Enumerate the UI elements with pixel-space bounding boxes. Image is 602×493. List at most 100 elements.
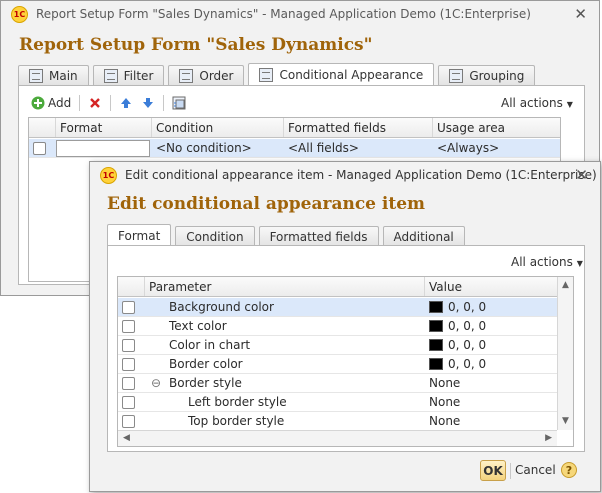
all-actions-menu[interactable]: All actions ▼	[501, 96, 573, 110]
all-actions-menu[interactable]: All actions ▼	[511, 255, 583, 269]
close-icon[interactable]: ✕	[574, 5, 587, 23]
column-header-format[interactable]: Format	[55, 118, 151, 137]
move-up-icon[interactable]	[119, 96, 133, 110]
value-cell[interactable]: None	[424, 374, 559, 392]
appearance-icon	[259, 68, 274, 82]
parameter-cell: Left border style	[188, 395, 287, 409]
dialog-tabs: Format Condition Formatted fields Additi…	[107, 224, 469, 247]
close-icon[interactable]: ✕	[575, 166, 588, 184]
column-header-usage-area[interactable]: Usage area	[432, 118, 562, 137]
value-cell[interactable]: 0, 0, 0	[424, 317, 559, 335]
scroll-right-icon[interactable]: ▶	[545, 434, 552, 443]
color-swatch	[429, 358, 443, 370]
tab-formatted-fields[interactable]: Formatted fields	[258, 226, 379, 247]
dialog-titlebar: 1C Edit conditional appearance item - Ma…	[90, 162, 600, 188]
dropdown-arrow-icon: ▼	[566, 100, 573, 109]
column-header-value[interactable]: Value	[424, 277, 559, 296]
parameter-cell: Text color	[169, 319, 227, 333]
collapse-icon[interactable]: ⊖	[146, 374, 164, 392]
value-cell[interactable]: 0, 0, 0	[424, 298, 559, 316]
move-down-icon[interactable]	[141, 96, 155, 110]
edit-dialog: 1C Edit conditional appearance item - Ma…	[89, 161, 601, 492]
row-checkbox[interactable]	[122, 300, 135, 314]
table-row[interactable]: Color in chart 0, 0, 0	[118, 336, 557, 355]
button-separator	[510, 463, 511, 479]
parameter-cell: Background color	[169, 300, 274, 314]
table-header: Format Condition Formatted fields Usage …	[29, 118, 560, 138]
table-row[interactable]: Border color 0, 0, 0	[118, 355, 557, 374]
column-divider	[151, 118, 152, 137]
condition-cell[interactable]: <No condition>	[151, 139, 283, 157]
dialog-window-title: Edit conditional appearance item - Manag…	[125, 168, 597, 182]
tab-order[interactable]: Order	[168, 65, 245, 86]
row-checkbox[interactable]	[122, 319, 135, 333]
column-divider	[55, 118, 56, 137]
tab-format[interactable]: Format	[107, 224, 172, 247]
main-tabs: Main Filter Order Conditional Appearance…	[18, 63, 539, 86]
main-window-title: Report Setup Form "Sales Dynamics" - Man…	[36, 7, 531, 21]
column-header-checkbox	[118, 277, 144, 296]
group-icon[interactable]	[172, 96, 186, 110]
tab-condition[interactable]: Condition	[175, 226, 255, 247]
main-toolbar: Add	[31, 95, 186, 111]
table-row[interactable]: ⊖ Border style None	[118, 374, 557, 393]
column-header-checkbox	[29, 118, 55, 137]
add-button[interactable]: Add	[31, 96, 71, 110]
row-checkbox[interactable]	[122, 376, 135, 390]
format-cell[interactable]	[55, 139, 151, 157]
tab-conditional-appearance[interactable]: Conditional Appearance	[248, 63, 435, 86]
tab-additional[interactable]: Additional	[382, 226, 465, 247]
ok-button[interactable]: OK	[480, 460, 506, 481]
table-row[interactable]: Left border style None	[118, 393, 557, 412]
filter-icon	[103, 69, 118, 83]
main-titlebar: 1C Report Setup Form "Sales Dynamics" - …	[1, 1, 599, 27]
column-divider	[144, 277, 145, 296]
color-swatch	[429, 339, 443, 351]
1c-logo-icon: 1C	[11, 5, 28, 23]
formatted-fields-cell[interactable]: <All fields>	[283, 139, 432, 157]
column-header-parameter[interactable]: Parameter	[144, 277, 424, 296]
grouping-icon	[449, 69, 464, 83]
table-row[interactable]: Background color 0, 0, 0	[118, 298, 557, 317]
form-icon	[29, 69, 43, 83]
tab-filter[interactable]: Filter	[92, 65, 165, 86]
parameter-cell: Top border style	[188, 414, 285, 428]
row-checkbox[interactable]	[122, 357, 135, 371]
row-checkbox-cell	[29, 139, 55, 157]
cancel-button[interactable]: Cancel	[515, 463, 556, 477]
value-cell[interactable]: 0, 0, 0	[424, 336, 559, 354]
column-header-condition[interactable]: Condition	[151, 118, 283, 137]
table-row[interactable]: <No condition> <All fields> <Always>	[29, 139, 560, 158]
format-parameters-table[interactable]: Parameter Value Background color 0, 0, 0…	[117, 276, 574, 447]
order-icon	[179, 69, 194, 83]
scroll-down-icon[interactable]: ▼	[562, 417, 569, 426]
color-swatch	[429, 320, 443, 332]
value-cell[interactable]: 0, 0, 0	[424, 355, 559, 373]
tab-main[interactable]: Main	[18, 65, 89, 86]
scroll-up-icon[interactable]: ▲	[562, 281, 569, 290]
row-checkbox[interactable]	[122, 338, 135, 352]
toolbar-separator	[110, 95, 112, 111]
value-cell[interactable]: None	[424, 412, 559, 430]
table-row[interactable]: Text color 0, 0, 0	[118, 317, 557, 336]
delete-icon[interactable]	[88, 96, 102, 110]
row-checkbox[interactable]	[122, 414, 135, 428]
dropdown-arrow-icon: ▼	[576, 259, 583, 268]
value-cell[interactable]: None	[424, 393, 559, 411]
row-checkbox[interactable]	[122, 395, 135, 409]
tab-grouping[interactable]: Grouping	[438, 65, 536, 86]
scroll-left-icon[interactable]: ◀	[123, 434, 130, 443]
table-row[interactable]: Top border style None	[118, 412, 557, 431]
parameter-cell: Color in chart	[169, 338, 251, 352]
vertical-scrollbar[interactable]: ▲ ▼	[557, 277, 573, 430]
row-checkbox[interactable]	[33, 141, 46, 155]
help-icon[interactable]: ?	[561, 462, 577, 478]
color-swatch	[429, 301, 443, 313]
dialog-form-title: Edit conditional appearance item	[107, 194, 426, 214]
column-divider	[432, 118, 433, 137]
column-header-formatted-fields[interactable]: Formatted fields	[283, 118, 432, 137]
usage-area-cell[interactable]: <Always>	[432, 139, 562, 157]
table-header: Parameter Value	[118, 277, 557, 297]
toolbar-separator	[163, 95, 165, 111]
horizontal-scrollbar[interactable]: ◀ ▶	[118, 430, 557, 446]
